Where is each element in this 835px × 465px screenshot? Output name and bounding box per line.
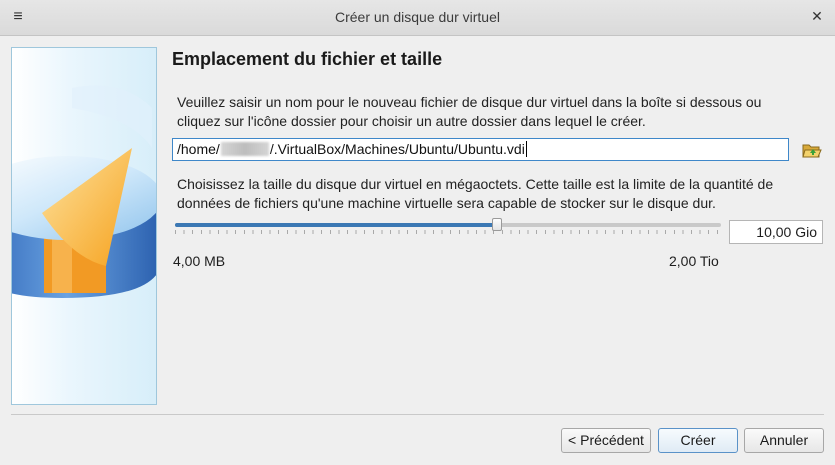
slider-max-label: 2,00 Tio (669, 253, 719, 269)
path-prefix: /home/ (177, 141, 220, 157)
text-caret (525, 141, 527, 157)
create-button[interactable]: Créer (658, 428, 738, 453)
redacted-username (220, 142, 269, 156)
close-icon[interactable]: ✕ (809, 8, 825, 24)
back-button[interactable]: < Précédent (561, 428, 651, 453)
size-description: Choisissez la taille du disque dur virtu… (177, 175, 817, 213)
location-description-line-2: cliquez sur l'icône dossier pour choisir… (177, 113, 646, 129)
separator (11, 414, 824, 415)
location-description: Veuillez saisir un nom pour le nouveau f… (177, 93, 817, 131)
page-heading: Emplacement du fichier et taille (172, 49, 443, 69)
file-path-input[interactable]: /home/ /.VirtualBox/Machines/Ubuntu/Ubunt… (172, 138, 789, 161)
hard-disk-illustration-icon (12, 85, 156, 298)
slider-ticks (175, 230, 721, 234)
slider-min-label: 4,00 MB (173, 253, 226, 269)
disk-size-slider[interactable] (175, 218, 721, 234)
folder-open-icon[interactable] (801, 140, 823, 160)
disk-size-input[interactable]: 10,00 Gio (729, 220, 823, 244)
size-description-line-1: Choisissez la taille du disque dur virtu… (177, 176, 774, 192)
location-description-line-1: Veuillez saisir un nom pour le nouveau f… (177, 94, 762, 110)
size-description-line-2: données de fichiers qu'une machine virtu… (177, 195, 716, 211)
window-title: Créer un disque dur virtuel (335, 9, 500, 25)
cancel-button[interactable]: Annuler (744, 428, 824, 453)
wizard-banner-image (11, 47, 157, 405)
path-suffix: /.VirtualBox/Machines/Ubuntu/Ubuntu.vdi (269, 141, 525, 157)
slider-fill (175, 223, 498, 227)
slider-handle[interactable] (492, 218, 503, 231)
title-bar: ≡ Créer un disque dur virtuel ✕ (0, 0, 835, 36)
